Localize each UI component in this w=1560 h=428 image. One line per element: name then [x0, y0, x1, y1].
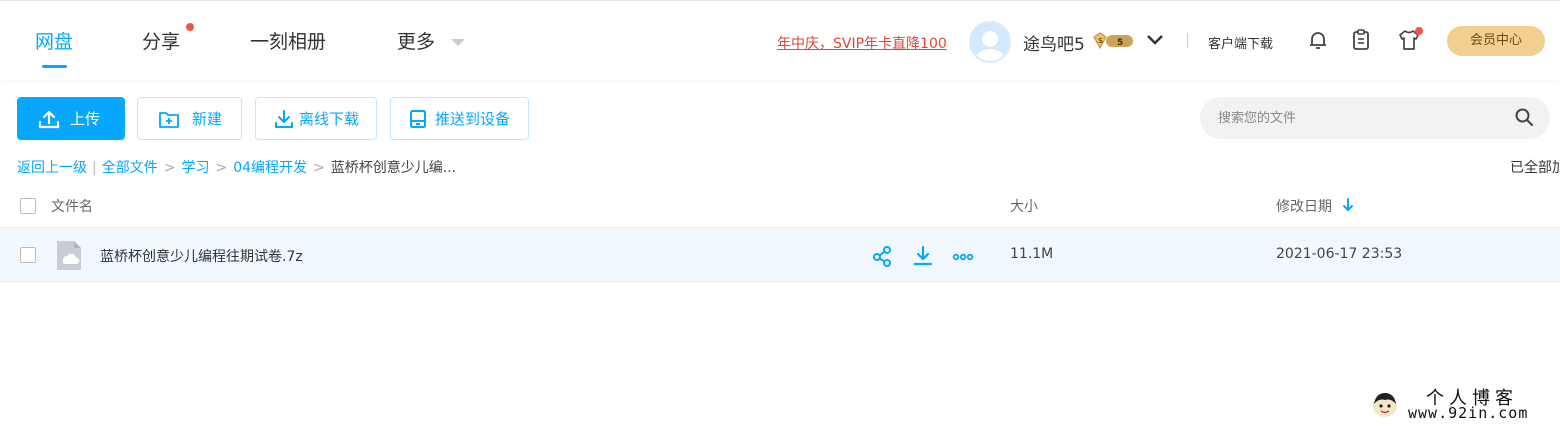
client-download-link[interactable]: 客户端下载 — [1208, 33, 1273, 52]
skin-notification-dot — [1415, 27, 1423, 35]
watermark-logo-icon — [1372, 392, 1398, 418]
new-folder-label: 新建 — [192, 110, 223, 128]
share-notification-dot — [186, 23, 194, 31]
folder-plus-icon — [159, 111, 179, 128]
nav-album[interactable]: 一刻相册 — [250, 27, 326, 54]
breadcrumb-separator: > — [313, 160, 325, 176]
new-folder-button[interactable]: 新建 — [137, 97, 242, 140]
nav-active-indicator — [42, 65, 67, 68]
svg-text:S: S — [1098, 37, 1103, 45]
breadcrumb-separator: > — [163, 160, 176, 176]
upload-label: 上传 — [70, 110, 101, 128]
watermark-url: www.92in.com — [1408, 404, 1529, 422]
push-to-device-label: 推送到设备 — [435, 110, 511, 128]
bell-icon[interactable] — [1306, 28, 1330, 52]
username[interactable]: 途鸟吧5 — [1023, 30, 1085, 55]
archive-file-icon — [55, 240, 82, 271]
load-status: 已全部加载 — [1510, 160, 1560, 176]
breadcrumb: 返回上一级 | 全部文件 > 学习 >04编程开发 > 蓝桥杯创意少儿编... — [17, 157, 456, 177]
upload-button[interactable]: 上传 — [17, 97, 125, 140]
watermark: 个人博客 www.92in.com — [1362, 386, 1555, 426]
nav-share[interactable]: 分享 — [142, 27, 180, 54]
offline-download-label: 离线下载 — [299, 110, 360, 128]
breadcrumb-separator: > — [215, 160, 228, 176]
upload-icon — [38, 110, 60, 128]
file-modified-date: 2021-06-17 23:53 — [1276, 246, 1403, 262]
select-all-checkbox[interactable] — [20, 198, 36, 214]
avatar[interactable] — [969, 21, 1011, 63]
download-icon[interactable] — [912, 245, 934, 267]
top-header: 网盘 分享 一刻相册 更多 年中庆，SVIP年卡直降100 途鸟吧5 S 5 客… — [0, 0, 1560, 80]
breadcrumb-current: 蓝桥杯创意少儿编... — [330, 160, 457, 176]
file-name[interactable]: 蓝桥杯创意少儿编程往期试卷.7z — [100, 246, 303, 266]
search-icon[interactable] — [1514, 107, 1534, 131]
promo-link[interactable]: 年中庆，SVIP年卡直降100 — [777, 33, 947, 53]
breadcrumb-item-all-files[interactable]: 全部文件 — [102, 160, 158, 176]
svg-text:5: 5 — [1117, 38, 1123, 48]
column-header-modified[interactable]: 修改日期 — [1276, 196, 1332, 216]
row-checkbox[interactable] — [20, 247, 36, 263]
search-box — [1200, 97, 1550, 139]
column-header-size[interactable]: 大小 — [1010, 196, 1038, 216]
member-center-button[interactable]: 会员中心 — [1447, 26, 1545, 56]
nav-netdisk[interactable]: 网盘 — [35, 27, 73, 54]
push-to-device-button[interactable]: 推送到设备 — [390, 97, 529, 140]
download-icon — [275, 109, 293, 128]
offline-download-button[interactable]: 离线下载 — [255, 97, 377, 140]
nav-more[interactable]: 更多 — [397, 27, 435, 54]
vip-badge: S 5 — [1092, 32, 1134, 50]
table-row[interactable]: 蓝桥杯创意少儿编程往期试卷.7z 11.1M 2021-06-17 23:53 — [0, 228, 1560, 282]
search-input[interactable] — [1218, 97, 1508, 139]
share-icon[interactable] — [872, 245, 894, 267]
column-header-name: 文件名 — [51, 199, 93, 215]
chevron-down-icon[interactable] — [451, 39, 465, 46]
breadcrumb-divider: | — [92, 160, 97, 176]
more-options-icon[interactable] — [952, 245, 974, 267]
breadcrumb-item-study[interactable]: 学习 — [181, 160, 209, 176]
device-icon — [410, 109, 426, 128]
clipboard-icon[interactable] — [1349, 28, 1373, 52]
file-size: 11.1M — [1010, 246, 1054, 262]
divider — [1187, 33, 1188, 48]
breadcrumb-back[interactable]: 返回上一级 — [17, 160, 87, 176]
table-header: 文件名 大小 修改日期 — [0, 184, 1560, 228]
chevron-down-icon[interactable] — [1145, 32, 1165, 52]
sort-desc-arrow-icon[interactable] — [1342, 197, 1354, 216]
breadcrumb-item-programming[interactable]: 04编程开发 — [233, 160, 307, 176]
